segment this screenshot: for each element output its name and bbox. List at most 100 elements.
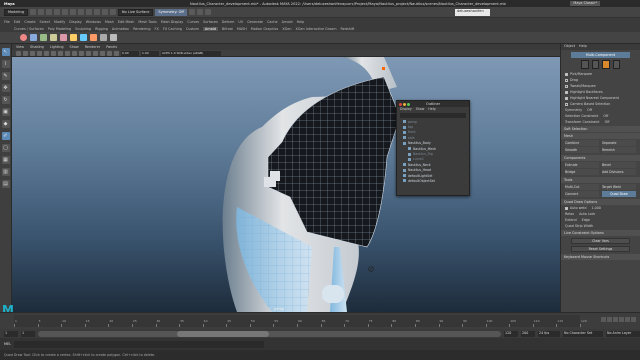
poly-torus-icon[interactable]	[60, 34, 67, 41]
shadows-icon[interactable]	[100, 50, 105, 56]
undo-icon[interactable]	[53, 9, 60, 15]
gamma-field[interactable]: 1.00	[141, 50, 159, 56]
go-to-end-icon[interactable]	[631, 317, 636, 322]
film-gate-icon[interactable]	[51, 50, 56, 56]
isolate-icon[interactable]	[114, 50, 119, 56]
select-component-icon[interactable]	[85, 9, 92, 15]
menu-item[interactable]: Curves	[187, 20, 199, 24]
symmetry-dropdown[interactable]: Symmetry: Off	[155, 8, 187, 16]
live-surface-dropdown[interactable]: No Live Surface	[117, 8, 154, 16]
keyboard-shortcuts-header[interactable]: Keyboard Mouse Shortcuts	[561, 254, 640, 260]
colorspace-field[interactable]: ACES 1.0 SDR-video (sRGB)	[161, 50, 221, 56]
shelf-tab[interactable]: Rigging	[95, 27, 108, 31]
play-back-icon[interactable]	[613, 317, 618, 322]
layout-four-icon[interactable]: ▦	[1, 156, 10, 164]
range-slider-bar[interactable]	[38, 330, 501, 337]
viewport-menu-panels[interactable]: Panels	[106, 45, 117, 49]
last-tool-icon[interactable]: ◆	[1, 120, 10, 128]
snap-curve-icon[interactable]	[101, 9, 108, 15]
render-settings-icon[interactable]	[204, 9, 211, 15]
shelf-tab[interactable]: MASH	[237, 27, 247, 31]
wireframe-on-shaded-icon[interactable]	[79, 50, 84, 56]
rotate-tool-icon[interactable]: ↻	[1, 96, 10, 104]
menu-item[interactable]: Mesh Tools	[138, 20, 156, 24]
exposure-field[interactable]: 0.00	[121, 50, 139, 56]
outliner-window[interactable]: Outliner Display Show Help persp top front…	[396, 100, 470, 196]
wireframe-icon[interactable]	[65, 50, 70, 56]
viewport-menu-lighting[interactable]: Lighting	[50, 45, 64, 49]
arnold-light-icon[interactable]	[70, 34, 77, 41]
menu-item[interactable]: Edit Mesh	[118, 20, 135, 24]
quad-draw-tool-icon[interactable]: ✐	[1, 132, 10, 140]
mel-label[interactable]: MEL	[4, 342, 11, 346]
shelf-tab[interactable]: FX Caching	[163, 27, 182, 31]
quad-strip-width-option[interactable]: Quad Strip Width	[561, 223, 640, 229]
shelf-tab[interactable]: Motion Graphics	[251, 27, 279, 31]
playback-start-field[interactable]: 1	[21, 330, 35, 337]
scale-tool-icon[interactable]: ▣	[1, 108, 10, 116]
viewport-menu-renderer[interactable]: Renderer	[85, 45, 100, 49]
paint-select-icon[interactable]: ✎	[1, 72, 10, 80]
layout-single-icon[interactable]: ▢	[1, 144, 10, 152]
sign-in-field[interactable]: deluxeshanifen	[455, 9, 490, 16]
render-view-icon[interactable]	[90, 34, 97, 41]
image-plane-icon[interactable]	[37, 50, 42, 56]
shelf-tab[interactable]: Sculpting	[75, 27, 91, 31]
xray-icon[interactable]	[107, 50, 112, 56]
poly-sphere-icon[interactable]	[20, 34, 27, 41]
open-scene-icon[interactable]	[37, 9, 44, 15]
viewport[interactable]: persp	[12, 57, 560, 312]
extrude-button[interactable]: Extrude	[565, 162, 599, 168]
checkbox[interactable]	[565, 84, 568, 88]
edge-mode-icon[interactable]	[591, 60, 599, 69]
app-name[interactable]: Maya	[4, 2, 15, 6]
play-forward-icon[interactable]	[619, 317, 624, 322]
menu-item[interactable]: File	[4, 20, 10, 24]
new-scene-icon[interactable]	[29, 9, 36, 15]
connect-button[interactable]: Connect	[565, 191, 599, 197]
vertex-mode-icon[interactable]	[581, 60, 589, 69]
shelf-tab-active[interactable]: Arnold	[202, 26, 218, 31]
viewport-menu-show[interactable]: Show	[70, 45, 79, 49]
uv-mode-icon[interactable]	[612, 60, 620, 69]
smooth-shade-icon[interactable]	[72, 50, 77, 56]
fps-dropdown[interactable]: 24 fps	[538, 330, 560, 337]
menu-item[interactable]: Deform	[222, 20, 235, 24]
textured-icon[interactable]	[86, 50, 91, 56]
separate-button[interactable]: Separate	[602, 140, 636, 146]
checkbox[interactable]	[565, 96, 568, 100]
shelf-tab[interactable]: Bifrost	[222, 27, 233, 31]
soft-selection-header[interactable]: Soft Selection	[561, 126, 640, 132]
menu-item[interactable]: Arnold	[282, 20, 293, 24]
lights-icon[interactable]	[93, 50, 98, 56]
shelf-tab[interactable]: FX	[155, 27, 159, 31]
poly-cube-icon[interactable]	[30, 34, 37, 41]
playback-end-field[interactable]: 120	[504, 330, 518, 337]
live-constraint-header[interactable]: Live Constraint Options	[561, 230, 640, 236]
add-divisions-button[interactable]: Add Divisions	[602, 169, 636, 175]
shelf-tab[interactable]: Animation	[112, 27, 129, 31]
render-icon[interactable]	[188, 9, 195, 15]
layout-two-icon[interactable]: ▥	[1, 168, 10, 176]
grid-icon[interactable]	[44, 50, 49, 56]
lasso-tool-icon[interactable]: ⌇	[1, 60, 10, 68]
menu-item[interactable]: Display	[69, 20, 82, 24]
menu-item[interactable]: Create	[24, 20, 35, 24]
step-back-icon[interactable]	[607, 317, 612, 322]
shelf-tab[interactable]: XGen	[282, 27, 291, 31]
toolkit-menu-object[interactable]: Object	[564, 44, 575, 50]
step-forward-icon[interactable]	[625, 317, 630, 322]
checkbox[interactable]	[565, 78, 568, 82]
camera-attr-icon[interactable]	[23, 50, 28, 56]
save-scene-icon[interactable]	[45, 9, 52, 15]
select-object-icon[interactable]	[77, 9, 84, 15]
menu-item[interactable]: UV	[238, 20, 243, 24]
outliner-menu-help[interactable]: Help	[428, 107, 435, 112]
skydome-icon[interactable]	[80, 34, 87, 41]
checkbox[interactable]	[565, 90, 568, 94]
snap-grid-icon[interactable]	[93, 9, 100, 15]
select-hierarchy-icon[interactable]	[69, 9, 76, 15]
menu-item[interactable]: Select	[40, 20, 50, 24]
character-set-dropdown[interactable]: No Character Set	[563, 330, 603, 337]
select-tool-icon[interactable]: ↖	[1, 48, 10, 56]
